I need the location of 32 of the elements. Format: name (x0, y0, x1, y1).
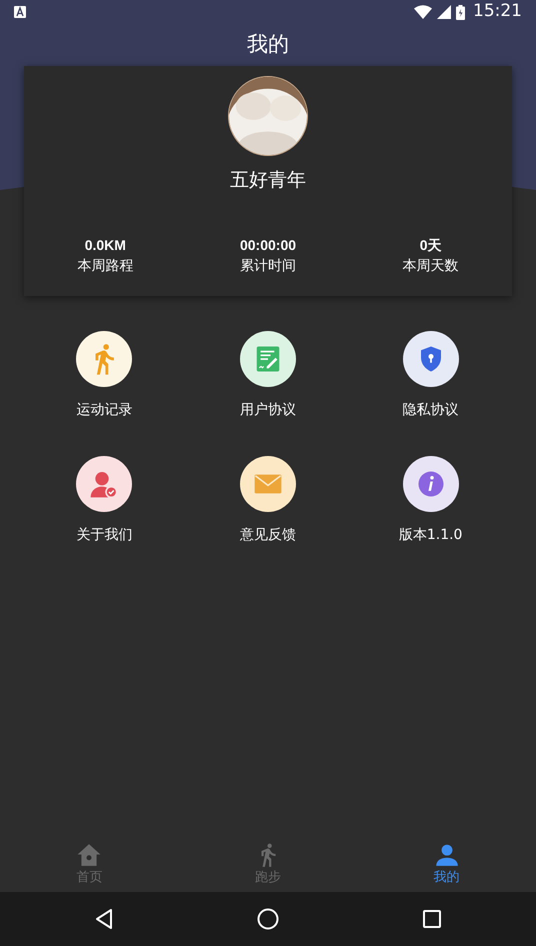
nav-tab[interactable]: 我的 (357, 838, 536, 892)
menu-item[interactable]: 意见反馈 (186, 456, 350, 546)
stat-value: 00:00:00 (240, 236, 296, 254)
page-title: 我的 (247, 31, 289, 58)
menu-label: 意见反馈 (240, 526, 296, 545)
menu-label: 关于我们 (76, 526, 132, 545)
menu-item[interactable]: 关于我们 (22, 456, 187, 546)
house-icon (76, 842, 102, 868)
home-icon[interactable] (256, 908, 279, 930)
menu-label: 隐私协议 (402, 401, 459, 420)
user-name: 五好青年 (230, 168, 306, 193)
menu-item[interactable]: 隐私协议 (349, 331, 512, 421)
battery-icon (456, 4, 465, 20)
menu-label: 运动记录 (76, 401, 132, 420)
stat-value: 0天 (420, 236, 442, 254)
menu-item[interactable]: 用户协议 (186, 331, 350, 421)
back-icon[interactable] (94, 908, 114, 930)
stat-value: 0.0KM (84, 236, 126, 254)
menu-item[interactable]: 版本1.1.0 (349, 456, 512, 546)
menu-item[interactable]: 运动记录 (22, 331, 187, 421)
notification-icon (14, 6, 26, 18)
person-icon (434, 842, 460, 868)
menu-label: 版本1.1.0 (398, 526, 462, 545)
stat-label: 本周路程 (77, 256, 134, 276)
signal-icon (437, 5, 451, 19)
recents-icon[interactable] (422, 910, 441, 928)
menu-label: 用户协议 (240, 401, 296, 420)
stat-label: 累计时间 (240, 256, 296, 276)
wifi-icon (414, 5, 432, 19)
status-time: 15:21 (473, 0, 522, 24)
info-icon (416, 469, 446, 499)
stat-label: 本周天数 (402, 256, 459, 276)
